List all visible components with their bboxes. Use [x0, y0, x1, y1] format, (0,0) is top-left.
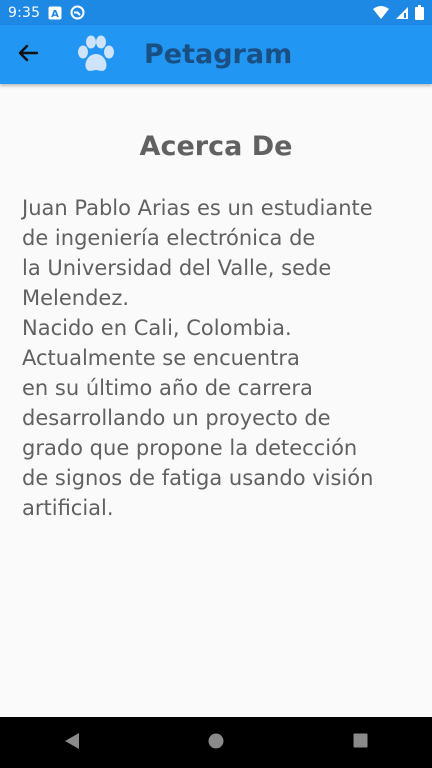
- sync-icon: [70, 5, 85, 20]
- arrow-back-icon: [18, 44, 39, 66]
- svg-text:A: A: [51, 9, 59, 20]
- back-nav-icon: [64, 732, 80, 754]
- battery-icon: [415, 5, 424, 20]
- app-title: Petagram: [144, 39, 293, 70]
- wifi-icon: [373, 5, 389, 20]
- nav-back-button[interactable]: [42, 723, 102, 763]
- status-right: [373, 5, 432, 20]
- app-bar: Petagram: [0, 25, 432, 84]
- nav-home-button[interactable]: [186, 723, 246, 763]
- navigation-bar: [0, 717, 432, 768]
- page-title: Acerca De: [139, 131, 293, 162]
- bio-text: Juan Pablo Arias es un estudiante de ing…: [22, 196, 374, 520]
- a-icon: A: [48, 6, 62, 20]
- about-content: Acerca De Juan Pablo Arias es un estudia…: [0, 84, 432, 717]
- paw-icon: [72, 31, 120, 79]
- back-button[interactable]: [0, 25, 56, 84]
- status-time: 9:35: [8, 4, 41, 21]
- signal-icon: [395, 6, 409, 20]
- nav-recents-button[interactable]: [330, 723, 390, 763]
- home-nav-icon: [208, 733, 224, 753]
- status-left: 9:35 A: [0, 5, 85, 21]
- recents-nav-icon: [353, 733, 368, 752]
- status-bar: 9:35 A: [0, 0, 432, 25]
